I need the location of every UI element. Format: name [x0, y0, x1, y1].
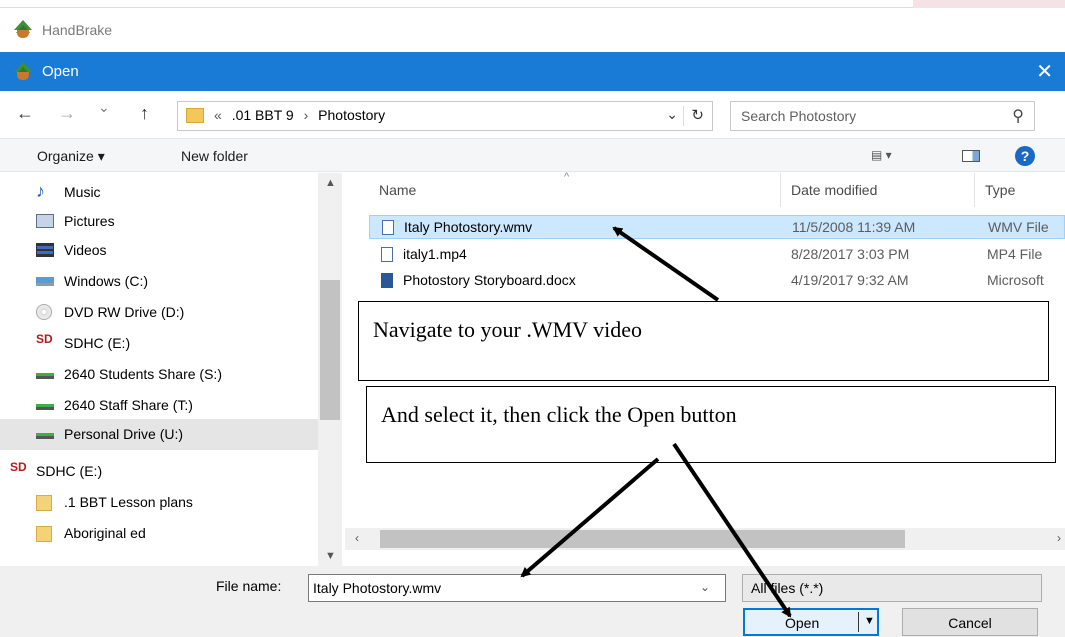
callout-navigate: Navigate to your .WMV video [358, 301, 1049, 381]
window-strip-accent [913, 0, 1065, 8]
chevron-down-icon[interactable]: ⌄ [700, 580, 710, 594]
drive-icon [36, 277, 54, 286]
sidebar-item-dvd-d[interactable]: DVD RW Drive (D:) [0, 297, 318, 328]
view-options-icon[interactable]: ▤ ▾ [871, 148, 892, 162]
back-arrow-icon[interactable]: ← [16, 103, 34, 124]
column-header-date[interactable]: Date modified [781, 173, 975, 207]
sidebar-item-music[interactable]: ♪ Music [0, 177, 318, 208]
preview-pane-icon[interactable] [962, 150, 980, 162]
recent-locations-icon[interactable]: ⌄ [98, 99, 110, 116]
breadcrumb-item[interactable]: .01 BBT 9 [226, 107, 294, 123]
scrollbar-thumb[interactable] [380, 530, 905, 548]
forward-arrow-icon[interactable]: → [58, 103, 76, 124]
folder-icon [36, 495, 52, 511]
organize-button[interactable]: Organize ▾ [37, 148, 105, 165]
breadcrumb-item[interactable]: Photostory [318, 107, 385, 123]
breadcrumb-separator[interactable]: › [298, 107, 315, 123]
navigation-bar: ← → ⌄ ↑ « .01 BBT 9 › Photostory ⌄ ↻ Sea… [0, 95, 1065, 135]
file-row-italy-photostory-wmv[interactable]: Italy Photostory.wmv 11/5/2008 11:39 AM … [369, 215, 1065, 239]
sd-card-icon: SD [36, 332, 53, 346]
open-options-dropdown-icon[interactable]: ▼ [864, 615, 875, 627]
sidebar-item-lesson-plans[interactable]: .1 BBT Lesson plans [0, 487, 318, 518]
scroll-left-icon[interactable]: ‹ [355, 531, 359, 545]
dialog-title: Open [42, 63, 79, 80]
navigation-pane: ♪ Music Pictures Videos Windows (C:) DVD… [0, 173, 345, 566]
scroll-down-icon[interactable]: ▼ [325, 550, 336, 562]
video-file-icon [381, 247, 393, 262]
sidebar-item-sdhc-e-root[interactable]: SD SDHC (E:) [0, 456, 318, 487]
search-box[interactable]: Search Photostory ⚲ [730, 101, 1035, 131]
column-header-name[interactable]: ^ Name [369, 171, 781, 207]
cancel-button[interactable]: Cancel [902, 608, 1038, 636]
dialog-app-icon [12, 62, 34, 80]
view-dropdown-icon[interactable]: ▾ [886, 148, 892, 162]
word-document-icon [381, 273, 393, 288]
scroll-right-icon[interactable]: › [1057, 531, 1061, 545]
sidebar-item-windows-c[interactable]: Windows (C:) [0, 266, 318, 297]
network-drive-icon [36, 433, 54, 439]
folder-icon [186, 108, 204, 123]
command-toolbar: Organize ▾ New folder ▤ ▾ ? [0, 138, 1065, 172]
network-drive-icon [36, 373, 54, 379]
sidebar-item-staff-share[interactable]: 2640 Staff Share (T:) [0, 390, 318, 421]
search-icon[interactable]: ⚲ [1012, 106, 1024, 126]
chevron-down-icon: ⌄ [751, 580, 762, 594]
dvd-icon [36, 304, 52, 320]
file-name-label: File name: [216, 578, 282, 594]
file-row-italy1-mp4[interactable]: italy1.mp4 8/28/2017 3:03 PM MP4 File [369, 243, 1065, 267]
up-arrow-icon[interactable]: ↑ [140, 103, 149, 124]
open-dialog-titlebar: Open ✕ [0, 52, 1065, 91]
scrollbar-thumb[interactable] [320, 280, 340, 420]
search-input[interactable]: Search Photostory [741, 108, 856, 124]
handbrake-titlebar: HandBrake [0, 12, 1065, 48]
column-header-type[interactable]: Type [975, 173, 1065, 207]
callout-select-open: And select it, then click the Open butto… [366, 386, 1056, 463]
close-icon[interactable]: ✕ [1036, 59, 1053, 84]
chevron-down-icon[interactable]: ⌄ [666, 106, 678, 123]
sidebar-item-videos[interactable]: Videos [0, 235, 318, 266]
new-folder-button[interactable]: New folder [181, 148, 248, 164]
videos-icon [36, 243, 54, 257]
refresh-icon[interactable]: ↻ [691, 106, 704, 124]
sd-card-icon: SD [10, 460, 27, 474]
pictures-icon [36, 214, 54, 228]
file-row-photostory-storyboard[interactable]: Photostory Storyboard.docx 4/19/2017 9:3… [369, 269, 1065, 293]
video-file-icon [382, 220, 394, 235]
sidebar-item-personal-drive[interactable]: Personal Drive (U:) [0, 419, 318, 450]
top-window-strip [0, 0, 1065, 8]
breadcrumb: « .01 BBT 9 › Photostory [214, 107, 385, 123]
sidebar-item-pictures[interactable]: Pictures [0, 206, 318, 237]
breadcrumb-overflow[interactable]: « [214, 107, 222, 123]
handbrake-app-icon [12, 20, 34, 38]
scroll-up-icon[interactable]: ▲ [325, 177, 336, 189]
address-bar[interactable]: « .01 BBT 9 › Photostory ⌄ ↻ [177, 101, 713, 131]
sort-ascending-icon: ^ [564, 171, 570, 183]
dialog-footer: File name: Italy Photostory.wmv ⌄ All fi… [0, 566, 1065, 637]
sidebar-scrollbar[interactable]: ▲ ▼ [318, 173, 342, 566]
sidebar-item-students-share[interactable]: 2640 Students Share (S:) [0, 359, 318, 390]
network-drive-icon [36, 404, 54, 410]
app-title: HandBrake [42, 22, 113, 38]
file-type-select[interactable]: All files (*.*) ⌄ [742, 574, 1042, 602]
folder-icon [36, 526, 52, 542]
music-icon: ♪ [36, 181, 45, 201]
sidebar-item-aboriginal-ed[interactable]: Aboriginal ed [0, 518, 318, 549]
open-button[interactable]: Open ▼ [743, 608, 879, 636]
file-name-input[interactable]: Italy Photostory.wmv [308, 574, 726, 602]
help-icon[interactable]: ? [1015, 146, 1035, 166]
file-list-horizontal-scrollbar[interactable]: ‹ › [345, 528, 1065, 550]
sidebar-item-sdhc-e[interactable]: SD SDHC (E:) [0, 328, 318, 359]
